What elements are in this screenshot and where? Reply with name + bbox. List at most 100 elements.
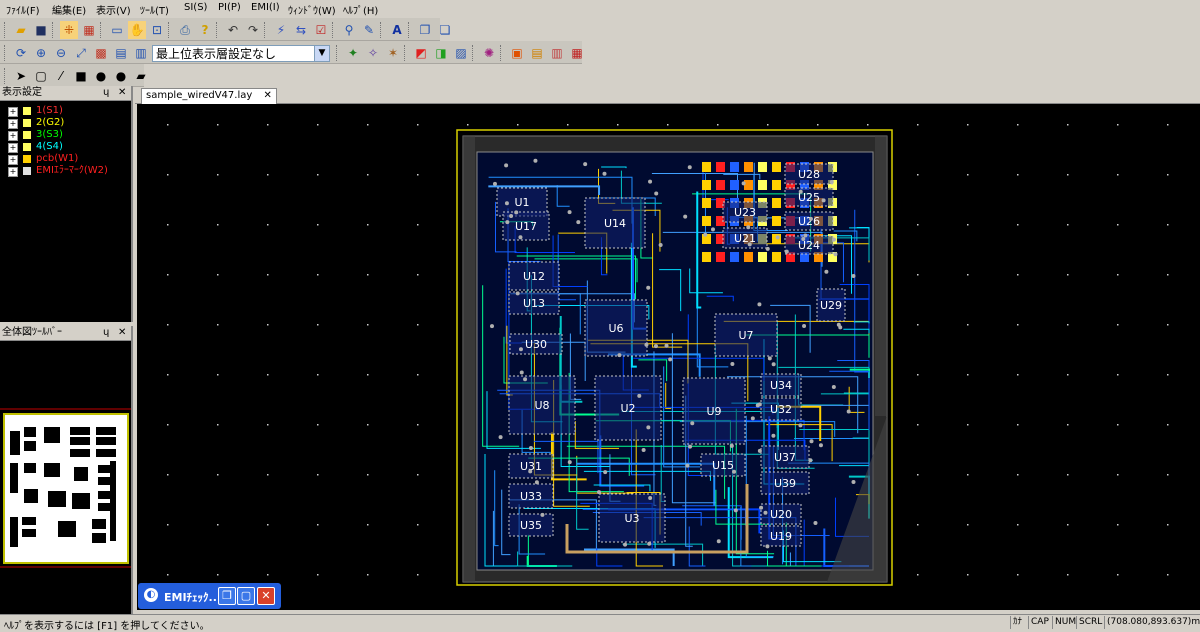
zoom-box-icon[interactable]: ⊡: [148, 21, 166, 39]
grid-dot: [967, 124, 969, 126]
menu-tools[interactable]: ﾂｰﾙ(T): [140, 2, 169, 17]
layer-item-s3[interactable]: + 3(S3): [0, 129, 131, 141]
menu-file[interactable]: ﾌｧｲﾙ(F): [6, 2, 40, 17]
menu-view[interactable]: 表示(V): [96, 2, 131, 17]
emi-spectrum-icon[interactable]: ▤: [528, 44, 546, 62]
pcb-canvas[interactable]: U1U14U17U12U13U6U7U29U30U8U2U9U34U32U37U…: [137, 104, 1200, 610]
chevron-down-icon[interactable]: ▼: [314, 46, 329, 61]
emi-hotspot: [744, 162, 753, 172]
grid-dot: [917, 274, 919, 276]
restore-button[interactable]: ❐: [218, 587, 236, 605]
net-trace-icon[interactable]: ✧: [364, 44, 382, 62]
save-icon[interactable]: ■: [32, 21, 50, 39]
text-icon[interactable]: A: [388, 21, 406, 39]
close-icon[interactable]: ✕: [118, 86, 126, 100]
expand-icon[interactable]: +: [8, 131, 18, 141]
expand-icon[interactable]: +: [8, 167, 18, 177]
palette-icon[interactable]: ◨: [432, 44, 450, 62]
polyline-icon[interactable]: ⁄: [52, 67, 70, 85]
toolbar-grip[interactable]: [4, 68, 9, 84]
tab-sample-wired[interactable]: sample_wiredV47.lay ✕: [141, 88, 277, 104]
emi-map-icon[interactable]: ▣: [508, 44, 526, 62]
layer-visibility-checkbox[interactable]: [23, 107, 31, 115]
pad: [516, 291, 520, 295]
expand-icon[interactable]: +: [8, 119, 18, 129]
pan-hand-icon[interactable]: ✋: [128, 21, 146, 39]
expand-icon[interactable]: +: [8, 143, 18, 153]
emi-report-icon[interactable]: ▦: [568, 44, 586, 62]
filled-circle-icon[interactable]: ●: [92, 67, 110, 85]
autoroute-icon[interactable]: ⇆: [292, 21, 310, 39]
circle-icon[interactable]: ●: [112, 67, 130, 85]
check-icon[interactable]: ☑: [312, 21, 330, 39]
grid-dot: [1067, 274, 1069, 276]
net-highlight-icon[interactable]: ✦: [344, 44, 362, 62]
probe-icon[interactable]: ⚲: [340, 21, 358, 39]
overview-map[interactable]: [0, 341, 131, 613]
layer-visibility-checkbox[interactable]: [23, 119, 31, 127]
rectangle-icon[interactable]: ▢: [32, 67, 50, 85]
emi-field-icon[interactable]: ▥: [548, 44, 566, 62]
board-icon[interactable]: ▥: [132, 44, 150, 62]
grid-dot: [167, 374, 169, 376]
layer-item-emi-error[interactable]: + EMIｴﾗｰﾏｰｸ(W2): [0, 165, 131, 177]
open-icon[interactable]: ▰: [12, 21, 30, 39]
layer-item-s1[interactable]: + 1(S1): [0, 105, 131, 117]
copy-icon[interactable]: ❐: [416, 21, 434, 39]
expand-icon[interactable]: +: [8, 107, 18, 117]
comment-icon[interactable]: ▰: [132, 67, 150, 85]
menu-window[interactable]: ｳｨﾝﾄﾞｳ(W): [288, 2, 336, 17]
menu-si[interactable]: SI(S): [184, 2, 207, 13]
layer-visibility-checkbox[interactable]: [23, 131, 31, 139]
pin-icon[interactable]: ɥ: [103, 326, 109, 340]
layer-icon[interactable]: ▦: [80, 21, 98, 39]
close-icon[interactable]: ✕: [118, 326, 126, 340]
pad: [493, 182, 497, 186]
paste-icon[interactable]: ❏: [436, 21, 454, 39]
close-icon[interactable]: ✕: [263, 90, 271, 101]
layer-visibility-checkbox[interactable]: [23, 143, 31, 151]
menu-edit[interactable]: 編集(E): [52, 2, 86, 17]
pin-icon[interactable]: ɥ: [103, 86, 109, 100]
toolbar-grip[interactable]: [4, 22, 9, 38]
maximize-button[interactable]: ▢: [237, 587, 255, 605]
undo-icon[interactable]: ↶: [224, 21, 242, 39]
pad: [665, 344, 669, 348]
layer-item-s4[interactable]: + 4(S4): [0, 141, 131, 153]
menu-emi[interactable]: EMI(I): [251, 2, 280, 13]
grid-icon[interactable]: ⁜: [60, 21, 78, 39]
expand-icon[interactable]: +: [8, 155, 18, 165]
top-layer-select[interactable]: 最上位表示層設定なし ▼: [152, 45, 330, 62]
route-icon[interactable]: ⚡: [272, 21, 290, 39]
color-map-icon[interactable]: ◩: [412, 44, 430, 62]
pad: [529, 446, 533, 450]
layer-item-pcb[interactable]: + pcb(W1): [0, 153, 131, 165]
pad: [703, 233, 707, 237]
pen-icon[interactable]: ✎: [360, 21, 378, 39]
window-icon[interactable]: ▭: [108, 21, 126, 39]
layer-item-g2[interactable]: + 2(G2): [0, 117, 131, 129]
select-arrow-icon[interactable]: ➤: [12, 67, 30, 85]
layer-visibility-checkbox[interactable]: [23, 167, 31, 175]
menu-pi[interactable]: PI(P): [218, 2, 241, 13]
analysis-icon[interactable]: ✺: [480, 44, 498, 62]
display-mode-icon[interactable]: ▩: [92, 44, 110, 62]
layer-visibility-checkbox[interactable]: [23, 155, 31, 163]
zoom-out-icon[interactable]: ⊖: [52, 44, 70, 62]
waveform-icon[interactable]: ▨: [452, 44, 470, 62]
menu-help[interactable]: ﾍﾙﾌﾟ(H): [343, 2, 378, 17]
help-icon[interactable]: ?: [196, 21, 214, 39]
pcb-layout[interactable]: U1U14U17U12U13U6U7U29U30U8U2U9U34U32U37U…: [137, 104, 1200, 610]
net-select-icon[interactable]: ✶: [384, 44, 402, 62]
filled-rectangle-icon[interactable]: ■: [72, 67, 90, 85]
pad: [648, 496, 652, 500]
refresh-icon[interactable]: ⟳: [12, 44, 30, 62]
print-icon[interactable]: ⎙: [176, 21, 194, 39]
emi-check-window-minimized[interactable]: ◐ EMIﾁｪｯｸ... ❐ ▢ ✕: [138, 583, 281, 609]
zoom-in-icon[interactable]: ⊕: [32, 44, 50, 62]
toolbar-grip[interactable]: [4, 45, 9, 61]
panel-icon[interactable]: ▤: [112, 44, 130, 62]
redo-icon[interactable]: ↷: [244, 21, 262, 39]
zoom-fit-icon[interactable]: ⤢: [72, 44, 90, 62]
close-button[interactable]: ✕: [257, 587, 275, 605]
